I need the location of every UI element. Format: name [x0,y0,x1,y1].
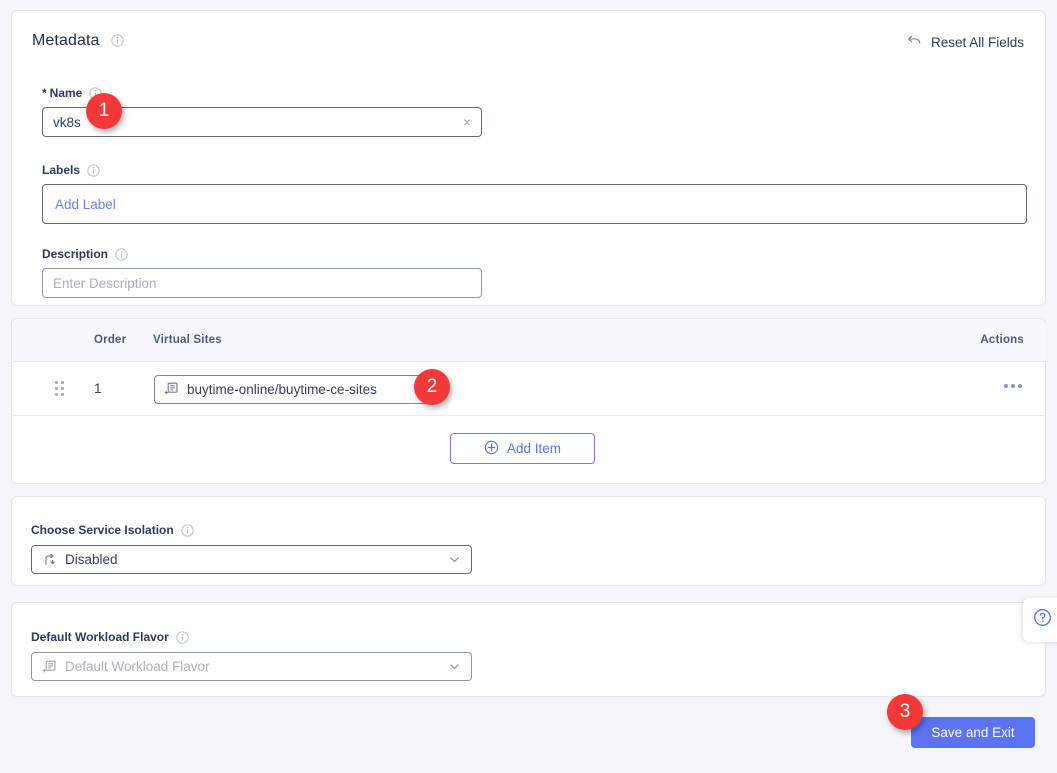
info-icon[interactable] [176,630,189,644]
info-icon[interactable] [115,247,128,261]
description-input[interactable]: Enter Description [42,268,482,298]
column-header-actions: Actions [980,334,1024,346]
question-mark-circle-icon [1033,608,1052,632]
service-isolation-field-label: Choose Service Isolation [31,523,194,537]
row-actions-menu-icon[interactable] [1004,384,1022,388]
clear-icon[interactable]: × [463,115,471,129]
reset-all-fields-label: Reset All Fields [930,35,1024,50]
isolation-branch-icon [42,552,57,567]
default-workload-flavor-card [11,602,1046,697]
required-marker: * [42,86,47,100]
annotation-badge-2: 2 [414,369,450,405]
reset-all-fields-button[interactable]: Reset All Fields [906,34,1024,51]
info-icon[interactable] [111,34,124,47]
workload-flavor-icon [42,659,57,674]
help-button[interactable] [1023,598,1057,642]
add-label-link[interactable]: Add Label [53,197,116,212]
save-and-exit-button[interactable]: Save and Exit [911,717,1035,748]
name-label-text: Name [49,86,83,100]
reset-icon [906,34,922,51]
service-isolation-value: Disabled [65,552,118,567]
add-item-label: Add Item [506,441,562,456]
default-workload-flavor-field-label: Default Workload Flavor [31,630,189,644]
drag-handle-icon[interactable] [55,381,67,397]
chevron-down-icon[interactable] [448,553,461,566]
vk8s-configuration-page: Metadata Reset All Fields * Name vk8s × … [0,0,1057,773]
labels-field-label: Labels [42,163,100,177]
default-workload-flavor-label-text: Default Workload Flavor [31,630,169,644]
description-placeholder: Enter Description [53,275,157,291]
default-workload-flavor-select[interactable]: Default Workload Flavor [31,652,472,681]
virtual-site-chip[interactable]: buytime-online/buytime-ce-sites [154,375,434,404]
plus-circle-icon [484,440,499,458]
name-input-value: vk8s [53,114,81,130]
table-header: Order Virtual Sites Actions [13,320,1046,362]
info-icon[interactable] [87,163,100,177]
add-item-button[interactable]: Add Item [450,433,595,464]
metadata-title-text: Metadata [32,32,100,49]
virtual-site-icon [164,381,179,399]
column-header-order: Order [94,334,127,346]
chevron-down-icon[interactable] [448,660,461,673]
service-isolation-select[interactable]: Disabled [31,545,472,574]
description-field-label: Description [42,247,128,261]
metadata-card: Metadata Reset All Fields * Name vk8s × … [11,10,1046,306]
table-row: 1 buytime-online/buytime-ce-sites [13,362,1046,416]
description-label-text: Description [42,247,109,261]
virtual-site-name: buytime-online/buytime-ce-sites [187,382,377,397]
metadata-title: Metadata [32,32,124,50]
service-isolation-label-text: Choose Service Isolation [31,523,174,537]
labels-label-text: Labels [42,163,81,177]
default-workload-flavor-placeholder: Default Workload Flavor [65,659,210,674]
column-header-virtual-sites: Virtual Sites [153,334,222,346]
row-order-value: 1 [94,381,102,396]
labels-input[interactable]: Add Label [42,184,1027,224]
info-icon[interactable] [181,523,194,537]
annotation-badge-3: 3 [887,694,923,730]
annotation-badge-1: 1 [86,93,122,129]
